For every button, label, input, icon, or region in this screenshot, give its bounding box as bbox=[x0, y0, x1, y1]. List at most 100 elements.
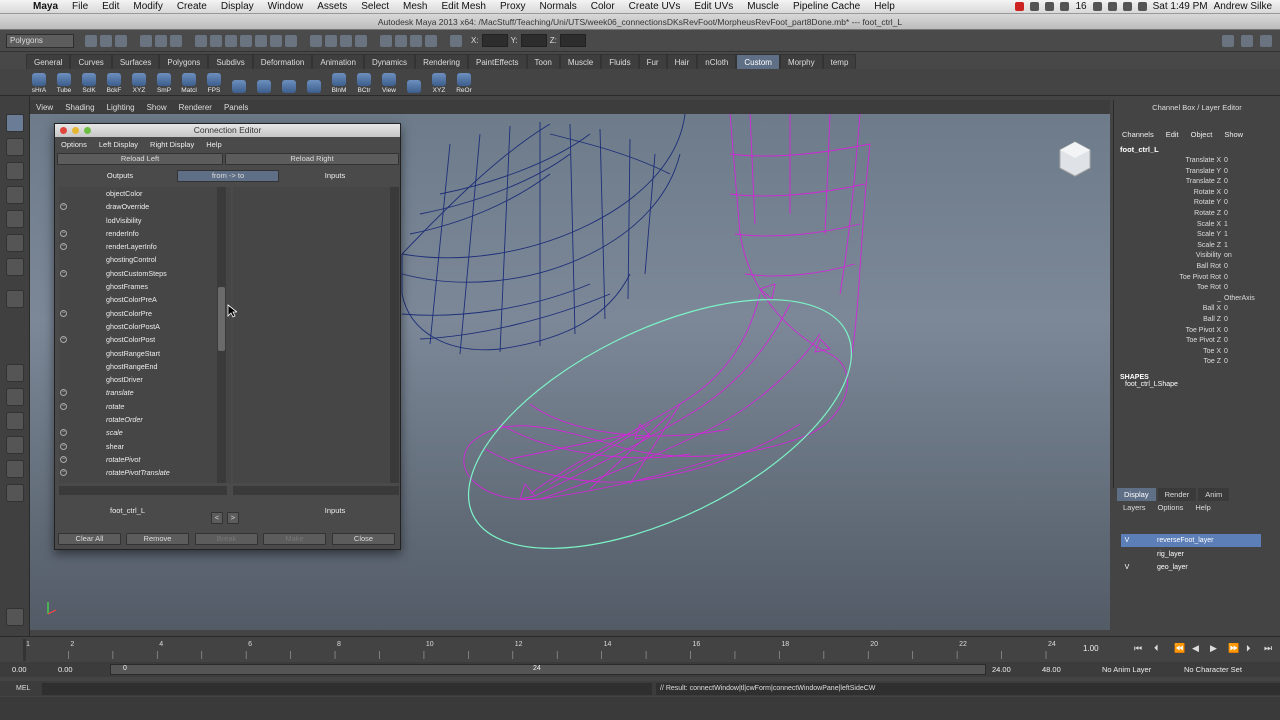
reload-left-button[interactable]: Reload Left bbox=[57, 153, 223, 165]
menu-item[interactable]: Edit Mesh bbox=[434, 1, 492, 12]
outputs-list[interactable]: objectColor − drawOverride lodVisibility − re… bbox=[59, 187, 231, 483]
input-line-icon[interactable] bbox=[450, 34, 462, 47]
shelf-tab[interactable]: Surfaces bbox=[111, 54, 160, 69]
viewport-menu-item[interactable]: Panels bbox=[224, 103, 248, 112]
shelf-tool-button[interactable]: ReOr bbox=[453, 70, 475, 94]
shelf-tab[interactable]: Hair bbox=[666, 54, 698, 69]
menu-item[interactable]: Edit UVs bbox=[687, 1, 740, 12]
attribute-value[interactable]: 1 bbox=[1224, 220, 1254, 231]
output-attribute-item[interactable]: − shear bbox=[59, 440, 231, 453]
snap-plane-icon[interactable] bbox=[355, 34, 367, 47]
menu-item[interactable]: Assets bbox=[310, 1, 354, 12]
shelf-tool-button[interactable]: BCtr bbox=[353, 70, 375, 94]
snap-point-icon[interactable] bbox=[340, 34, 352, 47]
shelf-tab[interactable]: Subdivs bbox=[208, 54, 253, 69]
channel-box-menu-item[interactable]: Edit bbox=[1166, 130, 1179, 139]
user-name[interactable]: Andrew Silke bbox=[1214, 1, 1272, 12]
output-attribute-item[interactable]: − renderLayerInfo bbox=[59, 240, 231, 253]
menu-item[interactable]: File bbox=[65, 1, 95, 12]
mode-selector[interactable]: Polygons bbox=[6, 33, 74, 48]
shelf-tab[interactable]: Deformation bbox=[252, 54, 313, 69]
status-icon[interactable] bbox=[1045, 2, 1055, 11]
menu-item[interactable]: Muscle bbox=[740, 1, 786, 12]
layer-visibility-toggle[interactable] bbox=[1121, 548, 1133, 561]
render-settings-icon[interactable] bbox=[425, 34, 437, 47]
output-attribute-item[interactable]: ghostDriver bbox=[59, 373, 231, 386]
ce-menu-item[interactable]: Options bbox=[61, 138, 87, 151]
shape-name[interactable]: foot_ctrl_LShape bbox=[1114, 381, 1280, 388]
render-icon[interactable] bbox=[395, 34, 407, 47]
layout-hypershade-icon[interactable] bbox=[6, 484, 24, 502]
output-attribute-item[interactable]: − drawOverride bbox=[59, 200, 231, 213]
view-cube[interactable] bbox=[1059, 141, 1091, 177]
layer-tab[interactable]: Display bbox=[1117, 488, 1156, 501]
expand-icon[interactable]: − bbox=[60, 243, 67, 251]
mel-label[interactable]: MEL bbox=[16, 685, 38, 692]
layer-tab[interactable]: Render bbox=[1157, 488, 1197, 501]
attribute-value[interactable]: 0 bbox=[1224, 262, 1254, 273]
attribute-value[interactable]: 1 bbox=[1224, 241, 1254, 252]
range-bar[interactable]: 0 24 bbox=[110, 664, 986, 675]
volume-icon[interactable] bbox=[1122, 2, 1132, 11]
layer-menu-item[interactable]: Help bbox=[1195, 503, 1210, 512]
rotate-tool-icon[interactable] bbox=[6, 210, 24, 228]
select-hierarchy-icon[interactable] bbox=[140, 34, 152, 47]
mask-icon[interactable] bbox=[240, 34, 252, 47]
x-field[interactable] bbox=[481, 34, 508, 47]
menu-item[interactable]: Create bbox=[170, 1, 214, 12]
channel-attribute[interactable]: Ball Rot 0 bbox=[1114, 262, 1280, 273]
shelf-tool-button[interactable]: sHrA bbox=[28, 70, 50, 94]
layer-visibility-toggle[interactable]: V bbox=[1121, 561, 1133, 574]
next-key-icon[interactable]: ⏩ bbox=[1228, 643, 1239, 654]
open-scene-icon[interactable] bbox=[100, 34, 112, 47]
right-hscrollbar[interactable] bbox=[233, 486, 399, 495]
paint-select-icon[interactable] bbox=[6, 162, 24, 180]
mask-icon[interactable] bbox=[255, 34, 267, 47]
mask-icon[interactable] bbox=[225, 34, 237, 47]
go-start-icon[interactable]: ⏮ bbox=[1134, 643, 1142, 654]
play-icon[interactable]: ▶ bbox=[1210, 643, 1217, 654]
select-object-icon[interactable] bbox=[155, 34, 167, 47]
mask-icon[interactable] bbox=[195, 34, 207, 47]
channel-attribute[interactable]: Rotate Z0 bbox=[1114, 209, 1280, 220]
status-icon[interactable] bbox=[1060, 2, 1070, 11]
inputs-list[interactable] bbox=[233, 187, 390, 483]
ce-menu-item[interactable]: Right Display bbox=[150, 138, 194, 151]
shelf-tool-button[interactable] bbox=[278, 70, 300, 94]
channel-attribute[interactable]: Rotate X0 bbox=[1114, 188, 1280, 199]
status-icon[interactable] bbox=[1015, 2, 1025, 11]
menu-app[interactable]: Maya bbox=[26, 1, 65, 12]
layout-two-icon[interactable] bbox=[6, 412, 24, 430]
output-attribute-item[interactable]: ghostRangeEnd bbox=[59, 360, 231, 373]
shelf-tool-button[interactable]: View bbox=[378, 70, 400, 94]
direction-button[interactable]: from -> to bbox=[177, 170, 279, 182]
output-attribute-item[interactable]: − rotatePivot bbox=[59, 453, 231, 466]
channel-attribute[interactable]: Toe Rot 0 bbox=[1114, 283, 1280, 294]
scale-tool-icon[interactable] bbox=[6, 234, 24, 252]
shelf-tab[interactable]: Fur bbox=[638, 54, 667, 69]
layer-row[interactable]: Vgeo_layer bbox=[1121, 561, 1261, 574]
connection-editor-titlebar[interactable]: Connection Editor bbox=[55, 124, 400, 137]
shelf-tab[interactable]: Custom bbox=[736, 54, 780, 69]
shelf-tab[interactable]: PaintEffects bbox=[467, 54, 527, 69]
attribute-value[interactable]: OtherAxis bbox=[1224, 294, 1255, 305]
layer-row[interactable]: VreverseFoot_layer bbox=[1121, 534, 1261, 547]
channel-box-menu-item[interactable]: Show bbox=[1224, 130, 1243, 139]
channel-box-object[interactable]: foot_ctrl_L bbox=[1114, 145, 1280, 154]
current-frame[interactable]: 1.00 bbox=[1083, 644, 1099, 653]
output-attribute-item[interactable]: − scale bbox=[59, 426, 231, 439]
mask-icon[interactable] bbox=[285, 34, 297, 47]
attribute-value[interactable]: 0 bbox=[1224, 156, 1254, 167]
output-attribute-item[interactable]: − ghostColorPost bbox=[59, 333, 231, 346]
channel-attribute[interactable]: Translate Z0 bbox=[1114, 177, 1280, 188]
shelf-tool-button[interactable] bbox=[403, 70, 425, 94]
menu-item[interactable]: Create UVs bbox=[622, 1, 688, 12]
menu-item[interactable]: Window bbox=[261, 1, 311, 12]
attribute-editor-icon[interactable] bbox=[1222, 34, 1234, 47]
shelf-tool-button[interactable]: BlnM bbox=[328, 70, 350, 94]
channel-box-menu-item[interactable]: Object bbox=[1191, 130, 1213, 139]
layer-menu-item[interactable]: Layers bbox=[1123, 503, 1146, 512]
layer-row[interactable]: rig_layer bbox=[1121, 548, 1261, 561]
attribute-value[interactable]: 0 bbox=[1224, 167, 1254, 178]
menu-item[interactable]: Normals bbox=[533, 1, 584, 12]
